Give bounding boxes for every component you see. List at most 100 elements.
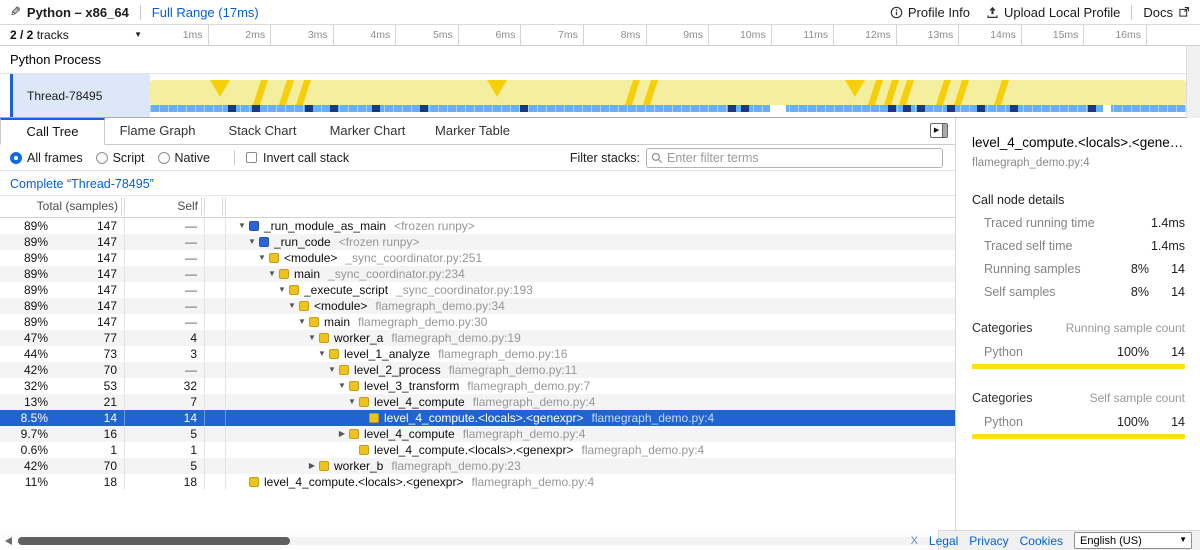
tab-flame-graph[interactable]: Flame Graph	[105, 118, 210, 144]
tree-row[interactable]: 11%1818level_4_compute.<locals>.<genexpr…	[0, 474, 955, 490]
radio-icon	[96, 152, 108, 164]
tree-row[interactable]: 89%147—▼main_sync_coordinator.py:234	[0, 266, 955, 282]
footer-link-x[interactable]: X	[911, 535, 918, 547]
expander-closed-icon[interactable]: ▶	[335, 426, 349, 442]
tab-stack-chart[interactable]: Stack Chart	[210, 118, 315, 144]
total-percent-cell: 0.6%	[0, 442, 54, 458]
tree-cell: ▼_execute_script_sync_coordinator.py:193	[226, 282, 955, 298]
tree-row[interactable]: 89%147—▼_run_code<frozen runpy>	[0, 234, 955, 250]
self-samples-cell: —	[125, 314, 205, 330]
scrollbar-thumb[interactable]	[18, 537, 290, 545]
function-name: _run_code	[274, 234, 331, 250]
spacer-cell	[205, 250, 226, 266]
scrollbar-left-arrow-icon[interactable]	[5, 537, 12, 545]
total-percent-cell: 44%	[0, 346, 54, 362]
filter-stacks-input[interactable]	[667, 151, 938, 165]
docs-label: Docs	[1143, 5, 1173, 20]
expander-open-icon[interactable]: ▼	[325, 362, 339, 378]
function-file: flamegraph_demo.py:23	[391, 458, 520, 474]
docs-button[interactable]: Docs	[1143, 5, 1190, 20]
vertical-scrollbar[interactable]	[1186, 46, 1200, 118]
thread-track-label[interactable]: Thread-78495	[13, 74, 150, 117]
spacer-cell	[205, 314, 226, 330]
expander-open-icon[interactable]: ▼	[255, 250, 269, 266]
ruler-tick: 9ms	[647, 25, 710, 45]
expander-open-icon[interactable]: ▼	[315, 346, 329, 362]
category-color-swatch	[249, 477, 259, 487]
expander-open-icon[interactable]: ▼	[265, 266, 279, 282]
ruler-tick: 16ms	[1084, 25, 1147, 45]
self-samples-cell: 5	[125, 426, 205, 442]
tree-row[interactable]: 89%147—▼<module>flamegraph_demo.py:34	[0, 298, 955, 314]
expander-open-icon[interactable]: ▼	[275, 282, 289, 298]
expander-open-icon[interactable]: ▼	[305, 330, 319, 346]
footer-link-privacy[interactable]: Privacy	[969, 534, 1008, 548]
total-percent-cell: 89%	[0, 298, 54, 314]
spacer-cell	[205, 218, 226, 234]
total-percent-cell: 89%	[0, 234, 54, 250]
tree-row[interactable]: 42%70—▼level_2_processflamegraph_demo.py…	[0, 362, 955, 378]
expander-open-icon[interactable]: ▼	[245, 234, 259, 250]
process-track-header[interactable]: Python Process	[0, 46, 1200, 74]
profile-info-button[interactable]: Profile Info	[890, 5, 970, 20]
tree-row[interactable]: 89%147—▼<module>_sync_coordinator.py:251	[0, 250, 955, 266]
category-label: Python	[972, 415, 1105, 429]
category-color-swatch	[349, 429, 359, 439]
tree-row[interactable]: 32%5332▼level_3_transformflamegraph_demo…	[0, 378, 955, 394]
radio-all-frames[interactable]: All frames	[10, 151, 83, 165]
breadcrumb-complete-thread[interactable]: Complete “Thread-78495”	[10, 177, 154, 191]
expander-open-icon[interactable]: ▼	[345, 394, 359, 410]
detail-percent: 8%	[1105, 285, 1149, 299]
tree-row[interactable]: 89%147—▼_execute_script_sync_coordinator…	[0, 282, 955, 298]
tree-row[interactable]: 44%733▼level_1_analyzeflamegraph_demo.py…	[0, 346, 955, 362]
sample-gap	[770, 105, 786, 112]
expander-open-icon[interactable]: ▼	[235, 218, 249, 234]
profile-name[interactable]: Python – x86_64	[27, 5, 129, 20]
tree-row[interactable]: 9.7%165▶level_4_computeflamegraph_demo.p…	[0, 426, 955, 442]
tree-row[interactable]: 8.5%1414level_4_compute.<locals>.<genexp…	[0, 410, 955, 426]
total-samples-cell: 147	[54, 298, 125, 314]
activity-mark	[279, 80, 294, 105]
sample-dark-segment	[741, 105, 749, 112]
expander-open-icon[interactable]: ▼	[295, 314, 309, 330]
invert-call-stack-checkbox[interactable]: Invert call stack	[246, 151, 349, 165]
tab-call-tree[interactable]: Call Tree	[0, 118, 105, 145]
pencil-edit-icon[interactable]: ✎	[10, 4, 21, 20]
full-range-button[interactable]: Full Range (17ms)	[152, 5, 259, 20]
radio-native[interactable]: Native	[158, 151, 210, 165]
tab-bar: Call TreeFlame GraphStack ChartMarker Ch…	[0, 118, 955, 145]
radio-script[interactable]: Script	[96, 151, 145, 165]
tree-row[interactable]: 13%217▼level_4_computeflamegraph_demo.py…	[0, 394, 955, 410]
total-percent-cell: 13%	[0, 394, 54, 410]
activity-graph	[150, 80, 1186, 105]
function-file: flamegraph_demo.py:11	[449, 362, 578, 378]
sidebar-details-header: Call node details	[972, 193, 1185, 207]
expander-open-icon[interactable]: ▼	[285, 298, 299, 314]
expander-open-icon[interactable]: ▼	[335, 378, 349, 394]
tracks-dropdown[interactable]: 2 / 2 tracks ▼	[0, 25, 146, 45]
ruler-tick: 13ms	[897, 25, 960, 45]
tree-row[interactable]: 42%705▶worker_bflamegraph_demo.py:23	[0, 458, 955, 474]
activity-mark	[954, 80, 969, 105]
tab-marker-chart[interactable]: Marker Chart	[315, 118, 420, 144]
function-name: level_1_analyze	[344, 346, 430, 362]
upload-profile-button[interactable]: Upload Local Profile	[986, 5, 1120, 20]
sidebar-detail-row: Traced self time1.4ms	[972, 239, 1185, 253]
expander-closed-icon[interactable]: ▶	[305, 458, 319, 474]
radio-label-text: Script	[113, 151, 145, 165]
sidebar-toggle-button[interactable]: ▶	[930, 123, 948, 138]
total-samples-cell: 1	[54, 442, 125, 458]
tree-row[interactable]: 0.6%11level_4_compute.<locals>.<genexpr>…	[0, 442, 955, 458]
thread-track-canvas[interactable]	[150, 74, 1186, 117]
category-color-swatch	[279, 269, 289, 279]
footer-link-cookies[interactable]: Cookies	[1020, 534, 1063, 548]
spacer-cell	[205, 426, 226, 442]
sidebar-node-title: level_4_compute.<locals>.<genexpr>	[972, 135, 1185, 150]
tree-row[interactable]: 89%147—▼mainflamegraph_demo.py:30	[0, 314, 955, 330]
tree-row[interactable]: 47%774▼worker_aflamegraph_demo.py:19	[0, 330, 955, 346]
language-select[interactable]: English (US)	[1074, 532, 1192, 549]
footer-link-legal[interactable]: Legal	[929, 534, 958, 548]
tab-marker-table[interactable]: Marker Table	[420, 118, 525, 144]
tree-row[interactable]: 89%147—▼_run_module_as_main<frozen runpy…	[0, 218, 955, 234]
scrollbar-track[interactable]	[16, 537, 930, 545]
